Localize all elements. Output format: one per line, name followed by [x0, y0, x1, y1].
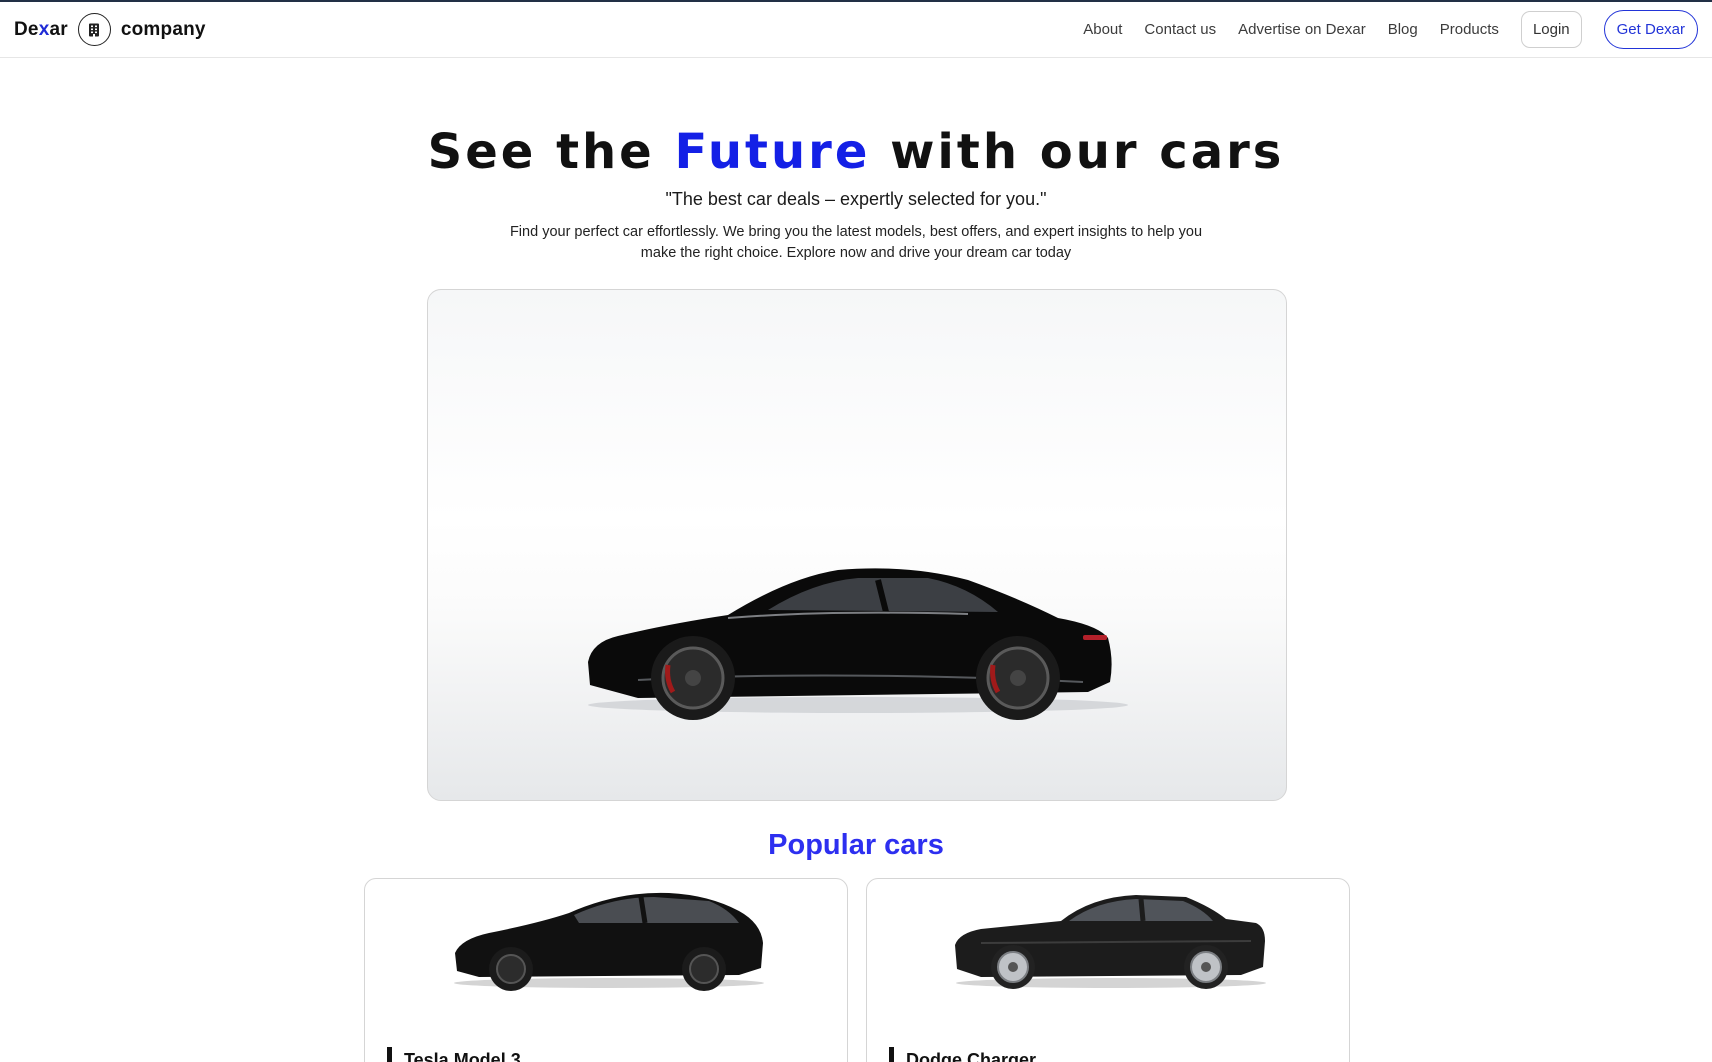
dodge-car-image — [955, 895, 1266, 989]
car-card-dodge[interactable]: Dodge Charger — [866, 878, 1350, 1062]
nav-link-about[interactable]: About — [1083, 21, 1122, 38]
car-name: Tesla Model 3 — [387, 1047, 521, 1062]
nav-links: About Contact us Advertise on Dexar Blog… — [1083, 10, 1698, 49]
car-card-tesla[interactable]: Tesla Model 3 — [364, 878, 848, 1062]
login-button[interactable]: Login — [1520, 11, 1582, 48]
sports-car-image — [588, 568, 1128, 720]
hero-image-card — [427, 289, 1287, 801]
brand-company: company — [120, 18, 206, 40]
car-name: Dodge Charger — [889, 1047, 1036, 1062]
hero-description: Find your perfect car effortlessly. We b… — [509, 224, 1203, 261]
hero-quote: "The best car deals – expertly selected … — [665, 189, 1047, 209]
nav-link-blog[interactable]: Blog — [1388, 21, 1418, 38]
building-icon — [77, 13, 111, 46]
hero-title: See the Future with our cars — [427, 124, 1285, 180]
brand-name: Dexar — [14, 18, 68, 40]
hero-title-highlight: Future — [674, 124, 871, 180]
nav-link-contact[interactable]: Contact us — [1144, 21, 1216, 38]
brand[interactable]: Dexar company — [14, 13, 206, 46]
popular-cars-title: Popular cars — [768, 829, 944, 861]
tesla-car-image — [454, 892, 764, 991]
top-navbar: Dexar company About Contact us Advertise… — [0, 0, 1712, 58]
nav-link-products[interactable]: Products — [1440, 21, 1499, 38]
get-dexar-button[interactable]: Get Dexar — [1603, 10, 1698, 49]
nav-link-advertise[interactable]: Advertise on Dexar — [1238, 21, 1366, 38]
